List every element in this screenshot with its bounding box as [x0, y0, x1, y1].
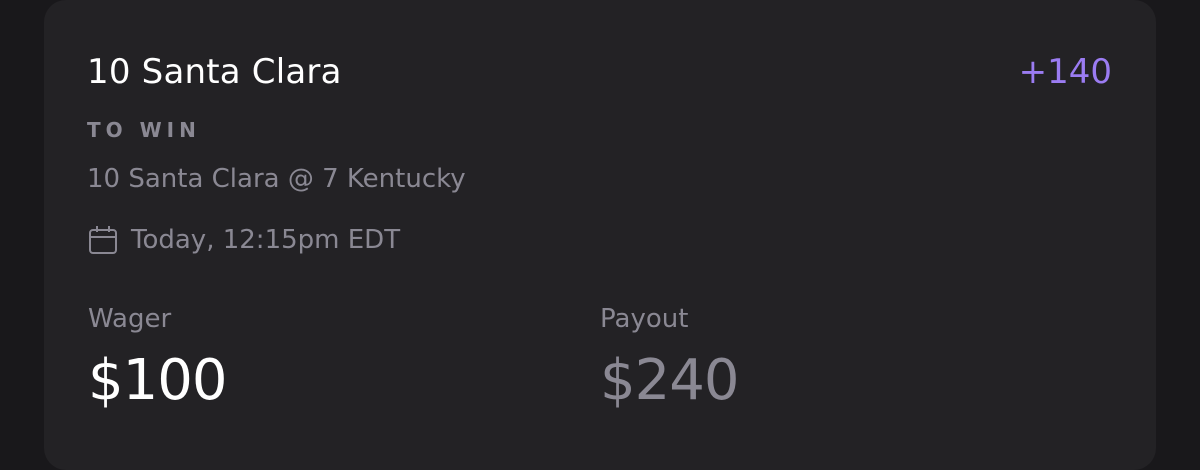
- bet-selection-title: 10 Santa Clara: [87, 52, 342, 92]
- wager-label: Wager: [88, 304, 172, 334]
- datetime-text: Today, 12:15pm EDT: [131, 225, 401, 255]
- event-datetime: Today, 12:15pm EDT: [87, 224, 400, 256]
- payout-label: Payout: [600, 304, 689, 334]
- market-type-label: TO WIN: [87, 118, 201, 142]
- odds-value: +140: [1018, 52, 1112, 92]
- wager-amount: $100: [88, 348, 228, 413]
- payout-amount: $240: [600, 348, 740, 413]
- calendar-icon: [87, 224, 119, 256]
- matchup-text: 10 Santa Clara @ 7 Kentucky: [87, 164, 466, 194]
- bet-card[interactable]: 10 Santa Clara +140 TO WIN 10 Santa Clar…: [44, 0, 1156, 470]
